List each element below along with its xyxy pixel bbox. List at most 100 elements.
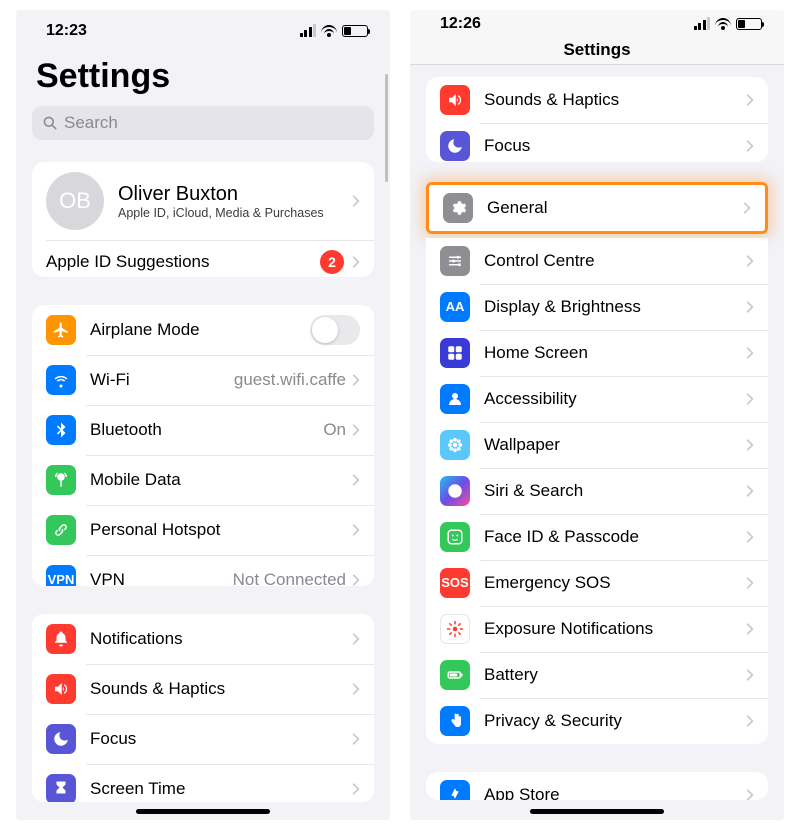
wifi-status-icon — [320, 24, 338, 37]
profile-name: Oliver Buxton — [118, 183, 352, 206]
app-store-row[interactable]: App Store — [426, 772, 768, 800]
wifi-row[interactable]: Wi-Fi guest.wifi.caffe — [32, 355, 374, 405]
row-label: Battery — [484, 665, 746, 685]
airplane-toggle[interactable] — [310, 315, 360, 345]
chevron-right-icon — [746, 392, 754, 406]
status-time: 12:26 — [440, 15, 481, 33]
sound-icon — [440, 85, 470, 115]
airplane-mode-row[interactable]: Airplane Mode — [32, 305, 374, 355]
row-label: Wallpaper — [484, 435, 746, 455]
emergency-sos-row[interactable]: SOS Emergency SOS — [426, 560, 768, 606]
accessibility-row[interactable]: Accessibility — [426, 376, 768, 422]
hand-icon — [440, 706, 470, 736]
avatar: OB — [46, 172, 104, 230]
antenna-icon — [46, 465, 76, 495]
moon-icon — [46, 724, 76, 754]
row-label: Focus — [90, 729, 352, 749]
row-label: Control Centre — [484, 251, 746, 271]
row-label: General — [487, 198, 743, 218]
row-label: Emergency SOS — [484, 573, 746, 593]
row-label: Notifications — [90, 629, 352, 649]
phone-settings-scrolled: 12:26 Settings Sounds & Haptics Focus — [410, 10, 784, 820]
battery-status-icon — [342, 25, 368, 37]
chevron-right-icon — [746, 576, 754, 590]
personal-hotspot-row[interactable]: Personal Hotspot — [32, 505, 374, 555]
row-label: Sounds & Haptics — [484, 90, 746, 110]
battery-status-icon — [736, 18, 762, 30]
siri-row[interactable]: Siri & Search — [426, 468, 768, 514]
chevron-right-icon — [746, 530, 754, 544]
row-label: Bluetooth — [90, 420, 323, 440]
sounds-row[interactable]: Sounds & Haptics — [32, 664, 374, 714]
row-label: Privacy & Security — [484, 711, 746, 731]
home-screen-row[interactable]: Home Screen — [426, 330, 768, 376]
search-input[interactable]: Search — [32, 106, 374, 140]
status-time: 12:23 — [46, 22, 87, 40]
sounds-row[interactable]: Sounds & Haptics — [426, 77, 768, 123]
chevron-right-icon — [746, 254, 754, 268]
screen-time-row[interactable]: Screen Time — [32, 764, 374, 802]
home-indicator[interactable] — [136, 809, 270, 814]
store-group: App Store — [426, 772, 768, 800]
wifi-icon — [46, 365, 76, 395]
scrollbar[interactable] — [385, 74, 388, 182]
chevron-right-icon — [352, 373, 360, 387]
cellular-signal-icon — [300, 24, 317, 37]
page-title: Settings — [16, 51, 390, 102]
chevron-right-icon — [352, 732, 360, 746]
status-bar: 12:26 — [410, 10, 784, 37]
chevron-right-icon — [746, 300, 754, 314]
home-indicator[interactable] — [530, 809, 664, 814]
row-value: guest.wifi.caffe — [234, 370, 346, 390]
wallpaper-row[interactable]: Wallpaper — [426, 422, 768, 468]
notifications-row[interactable]: Notifications — [32, 614, 374, 664]
bluetooth-row[interactable]: Bluetooth On — [32, 405, 374, 455]
privacy-row[interactable]: Privacy & Security — [426, 698, 768, 744]
chevron-right-icon — [746, 622, 754, 636]
faceid-row[interactable]: Face ID & Passcode — [426, 514, 768, 560]
airplane-icon — [46, 315, 76, 345]
focus-row[interactable]: Focus — [426, 123, 768, 162]
battery-row[interactable]: Battery — [426, 652, 768, 698]
row-label: Accessibility — [484, 389, 746, 409]
chevron-right-icon — [746, 346, 754, 360]
row-label: Sounds & Haptics — [90, 679, 352, 699]
row-label: Airplane Mode — [90, 320, 310, 340]
apple-id-suggestions-row[interactable]: Apple ID Suggestions 2 — [32, 240, 374, 277]
exposure-icon — [440, 614, 470, 644]
general-row[interactable]: General — [429, 185, 765, 231]
row-label: Apple ID Suggestions — [46, 252, 320, 272]
chevron-right-icon — [746, 139, 754, 153]
cellular-signal-icon — [694, 17, 711, 30]
exposure-row[interactable]: Exposure Notifications — [426, 606, 768, 652]
faceid-icon — [440, 522, 470, 552]
flower-icon — [440, 430, 470, 460]
row-label: VPN — [90, 570, 233, 587]
vpn-row[interactable]: VPN VPN Not Connected — [32, 555, 374, 587]
display-brightness-row[interactable]: AA Display & Brightness — [426, 284, 768, 330]
chevron-right-icon — [746, 438, 754, 452]
chevron-right-icon — [352, 682, 360, 696]
focus-row[interactable]: Focus — [32, 714, 374, 764]
wifi-status-icon — [714, 17, 732, 30]
link-icon — [46, 515, 76, 545]
phone-settings-main: 12:23 Settings Search OB Oliver Buxton A… — [16, 10, 390, 820]
bell-icon — [46, 624, 76, 654]
row-label: Wi-Fi — [90, 370, 234, 390]
row-label: Home Screen — [484, 343, 746, 363]
apple-id-row[interactable]: OB Oliver Buxton Apple ID, iCloud, Media… — [32, 162, 374, 240]
profile-group: OB Oliver Buxton Apple ID, iCloud, Media… — [32, 162, 374, 277]
row-label: Screen Time — [90, 779, 352, 799]
row-label: Siri & Search — [484, 481, 746, 501]
prefs-group: Notifications Sounds & Haptics Focus Scr… — [32, 614, 374, 802]
sliders-icon — [440, 246, 470, 276]
mobile-data-row[interactable]: Mobile Data — [32, 455, 374, 505]
profile-subtitle: Apple ID, iCloud, Media & Purchases — [118, 206, 352, 220]
appstore-icon — [440, 780, 470, 800]
control-centre-row[interactable]: Control Centre — [426, 238, 768, 284]
battery-icon — [440, 660, 470, 690]
highlight-general: General — [426, 182, 768, 234]
text-size-icon: AA — [440, 292, 470, 322]
chevron-right-icon — [352, 473, 360, 487]
chevron-right-icon — [746, 93, 754, 107]
